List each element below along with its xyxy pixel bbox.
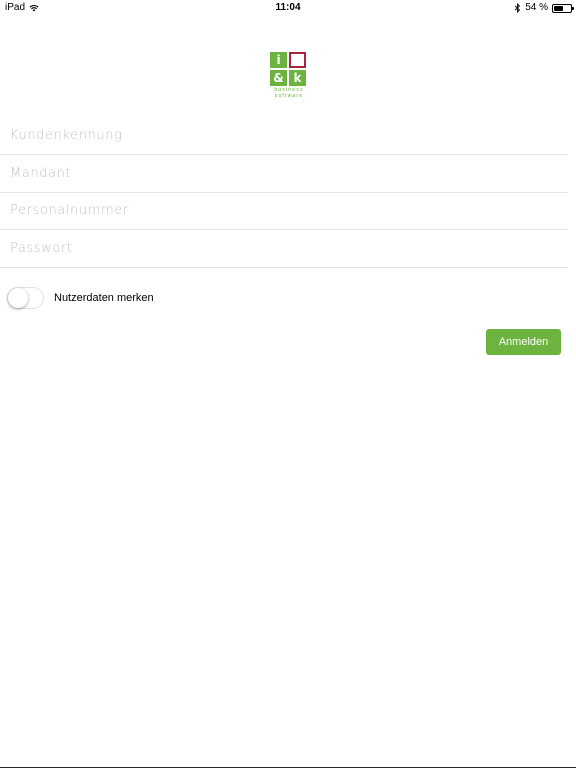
logo-subtitle-line2: software — [274, 93, 304, 99]
client-row — [0, 155, 568, 193]
logo-cell-k: k — [289, 70, 306, 86]
battery-icon — [552, 3, 574, 13]
toggle-knob — [8, 288, 28, 308]
password-row — [0, 230, 568, 268]
battery-percent: 54 % — [525, 2, 548, 13]
password-input[interactable] — [10, 230, 560, 266]
logo-cell-ampersand: & — [270, 70, 287, 86]
wifi-icon — [29, 4, 39, 12]
status-left: iPad — [5, 0, 39, 16]
battery-fill — [554, 5, 563, 11]
personnel-number-input[interactable] — [10, 192, 560, 228]
remember-user-toggle[interactable] — [7, 287, 44, 309]
status-right: 54 % — [514, 0, 574, 16]
company-logo: i & k business software — [270, 52, 308, 100]
logo-cell-empty — [289, 52, 306, 68]
remember-user-label: Nutzerdaten merken — [54, 292, 154, 304]
login-button[interactable]: Anmelden — [486, 329, 561, 355]
bluetooth-icon — [514, 3, 521, 13]
device-name: iPad — [5, 2, 26, 13]
personnel-number-row — [0, 192, 568, 230]
customer-id-input[interactable] — [10, 117, 560, 153]
client-input[interactable] — [10, 155, 560, 191]
status-bar: iPad 11:04 54 % — [0, 0, 576, 16]
customer-id-row — [0, 117, 568, 155]
status-time: 11:04 — [275, 2, 301, 13]
logo-cell-i: i — [270, 52, 287, 68]
